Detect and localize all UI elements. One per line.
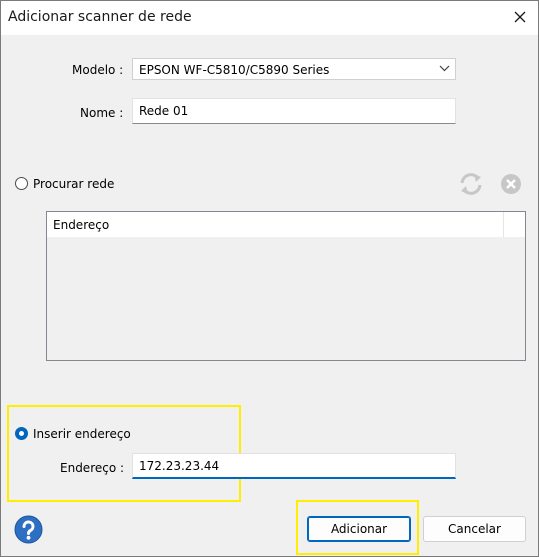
model-value: EPSON WF-C5810/C5890 Series	[139, 63, 330, 77]
stop-search-button[interactable]	[500, 173, 522, 198]
refresh-button[interactable]	[457, 171, 485, 200]
search-network-radio[interactable]	[15, 177, 28, 190]
close-button[interactable]	[501, 1, 538, 33]
help-icon	[14, 515, 43, 544]
refresh-icon	[460, 173, 482, 195]
enter-address-label: Inserir endereço	[33, 427, 131, 441]
model-label: Modelo :	[72, 63, 124, 77]
window-title: Adicionar scanner de rede	[8, 9, 192, 25]
name-value: Rede 01	[139, 104, 189, 118]
cancel-circle-icon	[501, 174, 521, 194]
address-input[interactable]: 172.23.23.44	[132, 453, 456, 479]
search-network-label: Procurar rede	[33, 177, 115, 191]
model-dropdown[interactable]: EPSON WF-C5810/C5890 Series	[132, 58, 456, 80]
scanner-address-list[interactable]: Endereço	[46, 211, 526, 361]
column-divider[interactable]	[503, 212, 504, 237]
address-value: 172.23.23.44	[139, 459, 220, 473]
title-bar: Adicionar scanner de rede	[1, 1, 538, 35]
close-icon	[514, 11, 525, 23]
list-header: Endereço	[47, 212, 525, 237]
enter-address-radio[interactable]	[15, 427, 28, 440]
add-network-scanner-dialog: Adicionar scanner de rede Modelo : EPSON…	[0, 0, 539, 557]
name-label: Nome :	[80, 106, 124, 120]
chevron-down-icon	[439, 65, 450, 72]
address-label: Endereço :	[60, 461, 125, 475]
cancel-button[interactable]: Cancelar	[423, 516, 526, 542]
name-input[interactable]: Rede 01	[132, 98, 456, 124]
address-column-header[interactable]: Endereço	[53, 218, 109, 232]
add-button[interactable]: Adicionar	[307, 516, 411, 542]
help-button[interactable]	[14, 515, 43, 547]
